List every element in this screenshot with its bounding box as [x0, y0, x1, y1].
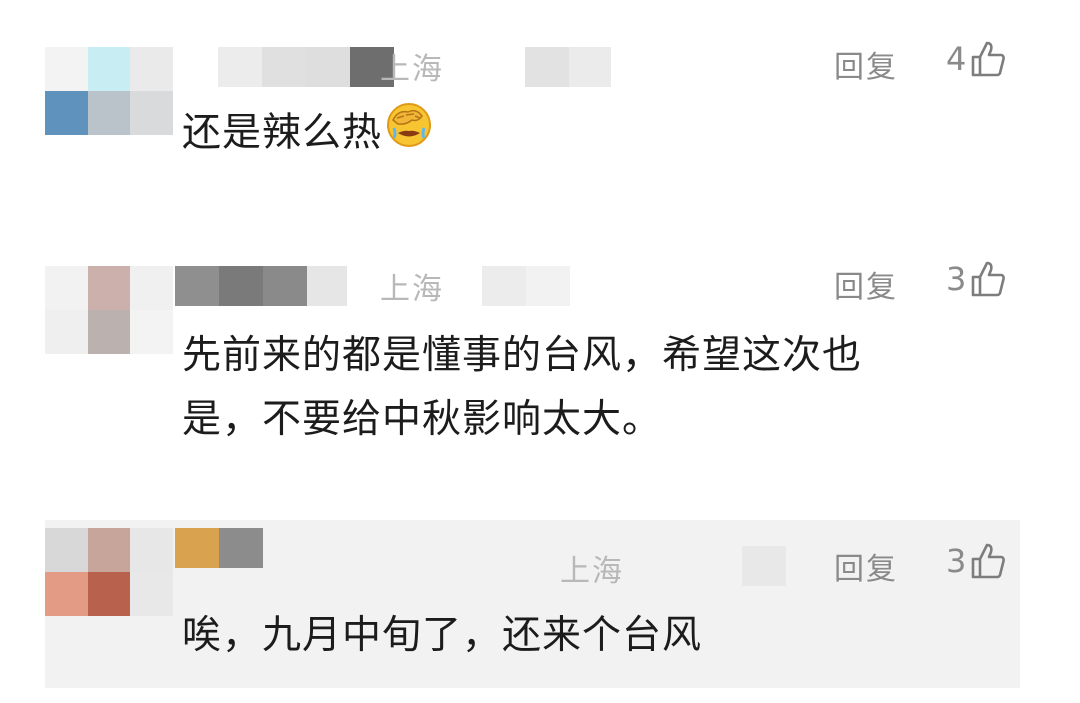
thumbs-up-icon: [970, 542, 1006, 580]
avatar-mosaic-tile: [87, 572, 131, 616]
avatar-mosaic-tile: [130, 91, 173, 135]
thumbs-up-icon: [970, 260, 1006, 298]
avatar-mosaic-tile: [87, 91, 131, 135]
avatar[interactable]: [45, 528, 173, 616]
location-label: 上海: [380, 272, 444, 307]
reply-button[interactable]: 回复: [834, 262, 898, 306]
meta-blurred: [525, 47, 611, 87]
avatar-mosaic-tile: [130, 572, 173, 616]
avatar-mosaic-tile: [45, 91, 88, 135]
reply-button[interactable]: 回复: [834, 544, 898, 588]
meta-blurred: [482, 266, 570, 306]
avatar[interactable]: [45, 266, 173, 354]
like-button[interactable]: 3: [946, 260, 1006, 298]
avatar-mosaic-tile: [130, 47, 173, 91]
avatar-mosaic-tile: [87, 266, 131, 310]
like-button[interactable]: 3: [946, 542, 1006, 580]
comment-text: 还是辣么热: [182, 100, 434, 170]
avatar-mosaic-tile: [45, 266, 88, 310]
avatar-mosaic-tile: [130, 266, 173, 310]
like-count: 3: [946, 542, 967, 580]
avatar-mosaic-tile: [87, 47, 131, 91]
avatar-mosaic-tile: [87, 528, 131, 572]
avatar-mosaic-tile: [45, 310, 88, 354]
avatar-mosaic-tile: [45, 528, 88, 572]
location-label: 上海: [560, 554, 624, 589]
username-blurred[interactable]: [175, 528, 263, 568]
avatar-mosaic-tile: [45, 572, 88, 616]
comment-text: 先前来的都是懂事的台风，希望这次也 是，不要给中秋影响太大。: [182, 324, 862, 452]
comment-text: 唉，九月中旬了，还来个台风: [182, 604, 702, 668]
username-blurred[interactable]: [218, 47, 394, 87]
avatar-mosaic-tile: [45, 47, 88, 91]
avatar-mosaic-tile: [130, 528, 173, 572]
like-count: 3: [946, 260, 967, 298]
avatar[interactable]: [45, 47, 173, 135]
face-palm-emoji: [384, 100, 434, 170]
avatar-mosaic-tile: [87, 310, 131, 354]
comment-text-line: 是，不要给中秋影响太大。: [182, 397, 663, 442]
comment-text-line: 先前来的都是懂事的台风，希望这次也: [182, 333, 863, 378]
username-blurred[interactable]: [175, 266, 347, 306]
reply-button[interactable]: 回复: [834, 42, 898, 86]
location-label: 上海: [380, 52, 444, 87]
like-count: 4: [946, 40, 967, 78]
like-button[interactable]: 4: [946, 40, 1006, 78]
meta-blurred: [742, 546, 786, 586]
comment-text-content: 唉，九月中旬了，还来个台风: [182, 613, 703, 658]
thumbs-up-icon: [970, 40, 1006, 78]
comment-list: 上海 回复 4 还是辣么热 上海 回复 3 先前来的都是懂事的台风，希望这次也 …: [0, 0, 1080, 703]
avatar-mosaic-tile: [130, 310, 173, 354]
comment-text-content: 还是辣么热: [182, 110, 383, 156]
